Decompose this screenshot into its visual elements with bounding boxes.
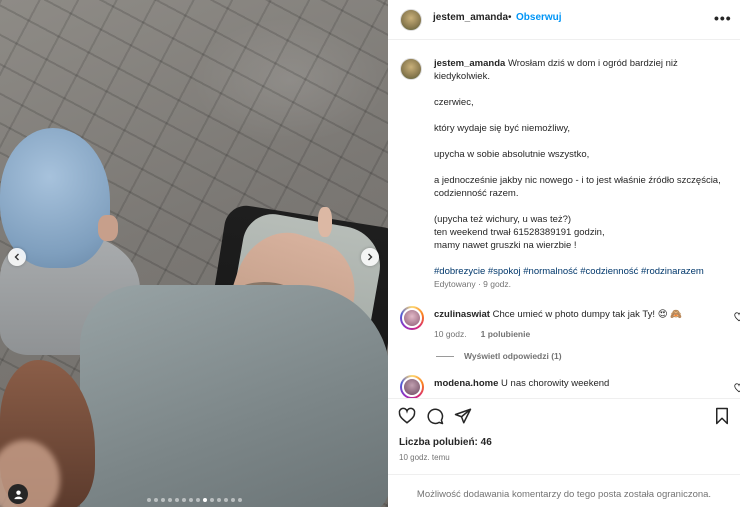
carousel-dot [146, 498, 151, 502]
share-icon [454, 408, 472, 424]
carousel-next-button[interactable] [361, 248, 379, 266]
caption-line: ten weekend trwał 61528389191 godzin, [434, 227, 605, 238]
heart-icon [734, 312, 740, 322]
photo-grey-blanket [80, 285, 388, 507]
commenter-username[interactable]: modena.home [434, 378, 498, 389]
comment-icon [427, 408, 444, 425]
caption-line: upycha w sobie absolutnie wszystko, [434, 149, 590, 160]
carousel-dot [202, 498, 207, 502]
post-side-panel: jestem_amanda • Obserwuj ••• jestem_aman… [388, 0, 740, 507]
comment-body: Chce umieć w photo dumpy tak jak Ty! 😍 🙈 [492, 309, 683, 320]
comment-body: U nas chorowity weekend [501, 378, 610, 389]
view-replies-label: Wyświetl odpowiedzi (1) [464, 351, 562, 361]
post-timestamp[interactable]: 10 godz. temu [399, 453, 450, 462]
heart-icon [398, 407, 416, 424]
caption-username[interactable]: jestem_amanda [434, 58, 505, 69]
comment-text: modena.home U nas chorowity weekend [434, 378, 704, 390]
comment-like-button[interactable] [734, 312, 740, 325]
photo-child-blue-hat [0, 128, 110, 268]
header-separator: • [508, 12, 512, 23]
caption-author-avatar[interactable] [400, 58, 422, 80]
photo-child-hand [98, 215, 118, 241]
comments-scroll-area[interactable]: jestem_amanda Wrosłam dziś w dom i ogród… [388, 41, 740, 398]
comments-restricted-notice: Możliwość dodawania komentarzy do tego p… [388, 474, 740, 507]
caption-text: jestem_amanda Wrosłam dziś w dom i ogród… [434, 57, 734, 291]
post-photo[interactable] [0, 0, 388, 507]
post-dialog: jestem_amanda • Obserwuj ••• jestem_aman… [0, 0, 740, 507]
chevron-right-icon [368, 253, 373, 261]
commenter-avatar[interactable] [400, 306, 424, 330]
photo-baby-foot [318, 207, 332, 237]
post-header: jestem_amanda • Obserwuj ••• [388, 0, 740, 40]
caption-line: który wydaje się być niemożliwy, [434, 123, 571, 134]
share-button[interactable] [454, 407, 472, 425]
heart-icon [734, 383, 740, 393]
caption-line: (upycha też wichury, u was też?) [434, 214, 572, 225]
carousel-dot [209, 498, 214, 502]
comment-meta: 10 godz. 1 polubienie [434, 329, 530, 339]
carousel-dot [160, 498, 165, 502]
caption-hashtags[interactable]: #dobrezycie #spokoj #normalność #codzien… [434, 265, 734, 278]
more-options-icon[interactable]: ••• [714, 10, 732, 26]
bookmark-icon [716, 407, 728, 425]
follow-button[interactable]: Obserwuj [516, 12, 562, 23]
caption-line: czerwiec, [434, 97, 474, 108]
like-button[interactable] [398, 407, 416, 425]
caption-line: a jednocześnie jakby nic nowego - i to j… [434, 175, 721, 199]
comment-time: 10 godz. [434, 329, 467, 339]
comment-text: czulinaswiat Chce umieć w photo dumpy ta… [434, 309, 704, 321]
commenter-username[interactable]: czulinaswiat [434, 309, 490, 320]
post-actions-bar [388, 398, 740, 428]
likes-count[interactable]: Liczba polubień: 46 [399, 437, 492, 448]
caption-edited-time: Edytowany · 9 godz. [434, 279, 512, 289]
comment-like-button[interactable] [734, 383, 740, 396]
comment-button[interactable] [426, 407, 444, 425]
replies-line [436, 355, 454, 357]
caption-line: mamy nawet gruszki na wierzbie ! [434, 240, 577, 251]
carousel-dot [181, 498, 186, 502]
author-avatar[interactable] [400, 9, 422, 31]
commenter-avatar[interactable] [400, 375, 424, 398]
carousel-dot [153, 498, 158, 502]
carousel-dot [216, 498, 221, 502]
save-button[interactable] [713, 407, 731, 425]
carousel-dot [237, 498, 242, 502]
chevron-left-icon [14, 253, 19, 261]
carousel-dot [230, 498, 235, 502]
author-username[interactable]: jestem_amanda [433, 12, 508, 23]
view-replies-button[interactable]: Wyświetl odpowiedzi (1) [436, 351, 562, 361]
comment-likes[interactable]: 1 polubienie [481, 329, 531, 339]
carousel-indicator [0, 498, 388, 502]
carousel-dot [188, 498, 193, 502]
carousel-dot [174, 498, 179, 502]
carousel-dot [195, 498, 200, 502]
carousel-dot [223, 498, 228, 502]
carousel-prev-button[interactable] [8, 248, 26, 266]
carousel-dot [167, 498, 172, 502]
